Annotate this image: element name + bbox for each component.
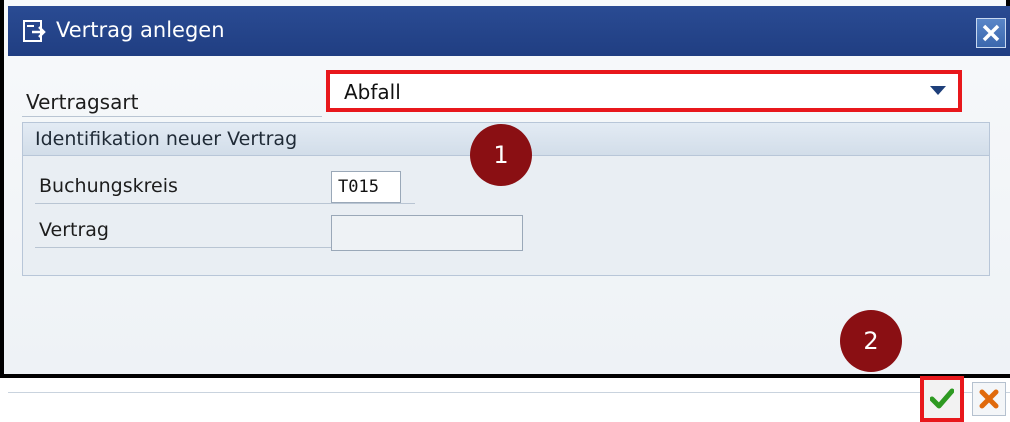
footer-divider <box>8 392 1010 393</box>
label-underline <box>22 116 322 117</box>
annotation-badge-1: 1 <box>470 124 532 186</box>
buchungskreis-label: Buchungskreis <box>39 175 178 197</box>
vertragsart-dropdown[interactable]: Abfall <box>326 70 962 112</box>
dialog-window: Vertrag anlegen Vertragsart Abfall Ident… <box>0 0 1010 422</box>
title-bar: Vertrag anlegen <box>8 6 1010 56</box>
close-icon <box>982 24 1000 42</box>
vertrag-input[interactable] <box>331 215 523 251</box>
cancel-button[interactable] <box>972 382 1006 416</box>
dropdown-arrow-icon[interactable] <box>930 86 946 95</box>
vertragsart-value: Abfall <box>344 80 401 104</box>
vertrag-label: Vertrag <box>39 219 109 241</box>
create-document-icon <box>22 18 48 44</box>
label-underline <box>35 203 415 204</box>
dialog-title: Vertrag anlegen <box>56 18 225 42</box>
cancel-icon <box>979 389 999 409</box>
close-button[interactable] <box>976 18 1006 48</box>
buchungskreis-input[interactable]: T015 <box>331 171 401 203</box>
checkmark-icon <box>930 388 954 409</box>
group-title: Identifikation neuer Vertrag <box>35 128 298 150</box>
annotation-badge-2: 2 <box>840 310 902 372</box>
dialog-body: Vertragsart Abfall Identifikation neuer … <box>8 56 1010 422</box>
vertragsart-label: Vertragsart <box>26 90 139 114</box>
confirm-button[interactable] <box>920 376 964 422</box>
